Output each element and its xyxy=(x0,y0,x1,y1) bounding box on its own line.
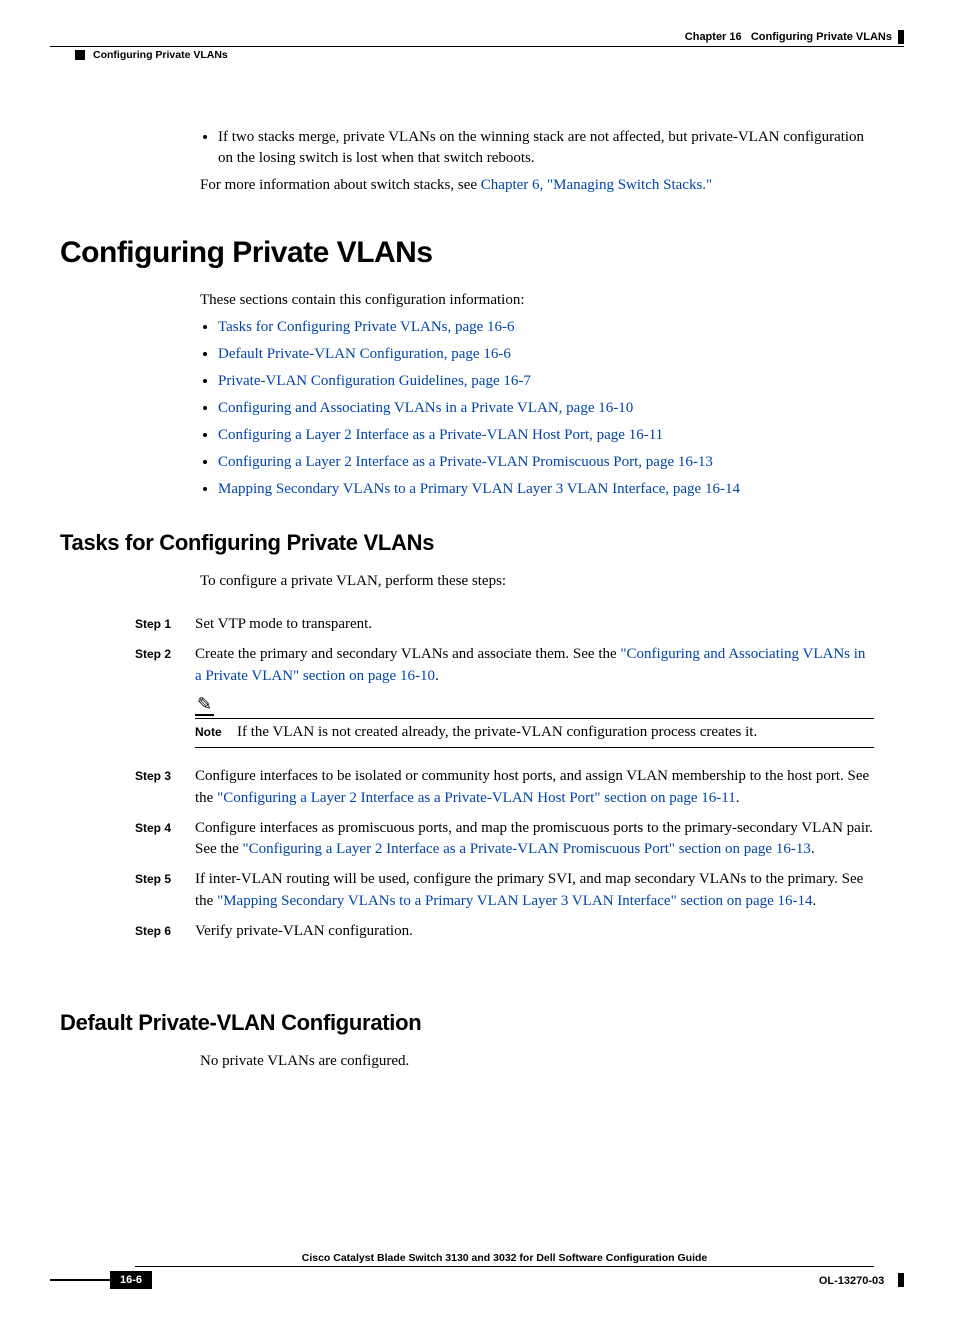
document-id: OL-13270-03 xyxy=(819,1275,884,1287)
step-label: Step 1 xyxy=(135,614,195,636)
link-host-port[interactable]: Configuring a Layer 2 Interface as a Pri… xyxy=(218,427,663,443)
note-icon: ✎ xyxy=(195,695,214,716)
link-guidelines[interactable]: Private-VLAN Configuration Guidelines, p… xyxy=(218,373,531,389)
step-body: Configure interfaces as promiscuous port… xyxy=(195,818,874,862)
chapter-title: Configuring Private VLANs xyxy=(751,31,892,43)
step-row: Step 2 Create the primary and secondary … xyxy=(135,644,874,758)
step-label: Step 6 xyxy=(135,921,195,943)
intro-bullet: If two stacks merge, private VLANs on th… xyxy=(218,127,874,169)
step-label: Step 5 xyxy=(135,869,195,913)
link-step5[interactable]: "Mapping Secondary VLANs to a Primary VL… xyxy=(217,893,812,909)
step-body: Create the primary and secondary VLANs a… xyxy=(195,644,874,758)
header-decor-icon xyxy=(898,30,904,44)
step-row: Step 6 Verify private-VLAN configuration… xyxy=(135,921,874,943)
step-label: Step 4 xyxy=(135,818,195,862)
step-row: Step 5 If inter-VLAN routing will be use… xyxy=(135,869,874,913)
link-managing-stacks[interactable]: Chapter 6, "Managing Switch Stacks." xyxy=(481,177,712,193)
footer-guide-title: Cisco Catalyst Blade Switch 3130 and 303… xyxy=(135,1252,874,1267)
steps-list: Step 1 Set VTP mode to transparent. Step… xyxy=(135,614,874,942)
note-body: If the VLAN is not created already, the … xyxy=(237,722,757,744)
heading-configuring-pvlans: Configuring Private VLANs xyxy=(60,236,904,270)
link-mapping[interactable]: Mapping Secondary VLANs to a Primary VLA… xyxy=(218,481,740,497)
step-body: Configure interfaces to be isolated or c… xyxy=(195,766,874,810)
step-body: Verify private-VLAN configuration. xyxy=(195,921,874,943)
page-footer: Cisco Catalyst Blade Switch 3130 and 303… xyxy=(50,1252,904,1289)
tasks-intro: To configure a private VLAN, perform the… xyxy=(200,571,874,592)
page-header: Chapter 16 Configuring Private VLANs xyxy=(50,30,904,47)
step-label: Step 3 xyxy=(135,766,195,810)
default-config-body: No private VLANs are configured. xyxy=(200,1051,874,1072)
heading-default-config: Default Private-VLAN Configuration xyxy=(60,1010,904,1036)
step-row: Step 3 Configure interfaces to be isolat… xyxy=(135,766,874,810)
step-label: Step 2 xyxy=(135,644,195,758)
chapter-number: Chapter 16 xyxy=(685,31,742,43)
page-number: 16-6 xyxy=(110,1271,152,1289)
sections-intro: These sections contain this configuratio… xyxy=(200,290,874,311)
link-default-config[interactable]: Default Private-VLAN Configuration, page… xyxy=(218,346,511,362)
heading-tasks: Tasks for Configuring Private VLANs xyxy=(60,530,904,556)
link-step3[interactable]: "Configuring a Layer 2 Interface as a Pr… xyxy=(217,790,736,806)
note-label: Note xyxy=(195,722,237,744)
section-title: Configuring Private VLANs xyxy=(93,49,228,61)
note-block: ✎ Note If the VLAN is not created alread… xyxy=(195,695,874,748)
footer-decor-icon xyxy=(898,1273,904,1287)
link-promiscuous[interactable]: Configuring a Layer 2 Interface as a Pri… xyxy=(218,454,713,470)
section-links-list: Tasks for Configuring Private VLANs, pag… xyxy=(200,317,874,500)
intro-bullet-list: If two stacks merge, private VLANs on th… xyxy=(200,127,874,169)
step-body: Set VTP mode to transparent. xyxy=(195,614,874,636)
step-row: Step 1 Set VTP mode to transparent. xyxy=(135,614,874,636)
link-step4[interactable]: "Configuring a Layer 2 Interface as a Pr… xyxy=(242,841,810,857)
footer-decor-icon xyxy=(50,1279,110,1281)
section-header: Configuring Private VLANs xyxy=(75,49,904,61)
link-tasks[interactable]: Tasks for Configuring Private VLANs, pag… xyxy=(218,319,515,335)
step-row: Step 4 Configure interfaces as promiscuo… xyxy=(135,818,874,862)
section-decor-icon xyxy=(75,50,85,60)
step-body: If inter-VLAN routing will be used, conf… xyxy=(195,869,874,913)
link-associating[interactable]: Configuring and Associating VLANs in a P… xyxy=(218,400,633,416)
more-info-paragraph: For more information about switch stacks… xyxy=(200,175,874,196)
